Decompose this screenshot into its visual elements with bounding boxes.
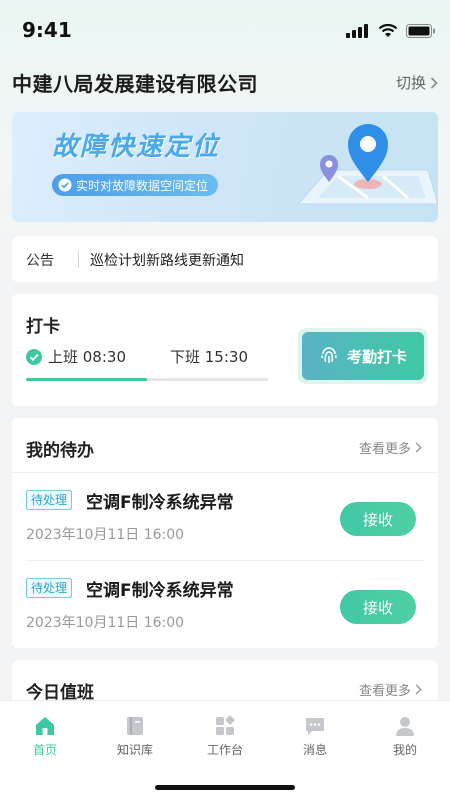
todo-item-date: 2023年10月11日 16:00 (26, 615, 185, 631)
accept-button[interactable]: 接收 (340, 502, 416, 536)
company-name: 中建八局发展建设有限公司 (12, 72, 258, 96)
duty-see-more-link[interactable]: 查看更多 (359, 680, 422, 699)
chevron-right-icon (415, 442, 422, 453)
attendance-checkin-button[interactable]: 考勤打卡 (302, 332, 424, 380)
header: 中建八局发展建设有限公司 切换 (12, 66, 438, 100)
promo-banner[interactable]: 故障快速定位 实时对故障数据空间定位 (12, 112, 438, 222)
tab-home-label: 首页 (32, 743, 57, 757)
announcement-text[interactable]: 巡检计划新路线更新通知 (90, 250, 244, 270)
battery-icon (406, 24, 435, 38)
todo-see-more-label: 查看更多 (358, 442, 411, 457)
chevron-right-icon (430, 76, 438, 89)
todo-header-divider (12, 472, 438, 473)
check-circle-icon (58, 178, 72, 192)
todo-title: 我的待办 (26, 441, 94, 461)
on-duty-label: 上班 08:30 (48, 348, 126, 366)
banner-subtitle: 实时对故障数据空间定位 (76, 178, 209, 193)
announcement-bar[interactable]: 公告 巡检计划新路线更新通知 (12, 236, 438, 282)
todo-item-title: 空调F制冷系统异常 (86, 493, 234, 513)
book-icon (127, 717, 143, 735)
tab-workbench-label: 工作台 (206, 743, 243, 757)
attendance-checkin-label: 考勤打卡 (346, 347, 407, 366)
status-bar: 9:41 (0, 0, 450, 56)
status-time: 9:41 (22, 18, 72, 42)
tab-messages[interactable]: 消息 (270, 715, 360, 758)
announcement-label: 公告 (26, 253, 54, 269)
checkin-progress-track (26, 378, 268, 381)
todo-item-title: 空调F制冷系统异常 (86, 581, 234, 601)
off-duty-time: 下班 15:30 (170, 348, 248, 366)
wifi-icon (378, 24, 398, 37)
pending-status-tag: 待处理 (26, 490, 73, 510)
switch-company-button[interactable]: 切换 (396, 72, 438, 93)
accept-button[interactable]: 接收 (340, 590, 416, 624)
todo-list-item[interactable]: 待处理 空调F制冷系统异常 2023年10月11日 16:00 接收 (12, 474, 438, 560)
on-duty-time: 上班 08:30 (26, 346, 126, 367)
checkin-button-wrapper: 考勤打卡 (298, 328, 428, 384)
profile-icon (396, 717, 414, 736)
checkin-card: 打卡 上班 08:30 下班 15:30 考勤打卡 (12, 294, 438, 406)
tab-messages-label: 消息 (302, 743, 327, 757)
workbench-icon (216, 715, 235, 735)
chevron-right-icon (415, 684, 422, 695)
tab-knowledge-base-label: 知识库 (116, 743, 153, 757)
message-icon (306, 718, 324, 735)
todo-list-item[interactable]: 待处理 空调F制冷系统异常 2023年10月11日 16:00 接收 (12, 562, 438, 648)
checkin-progress-fill (26, 378, 147, 381)
todo-see-more-link[interactable]: 查看更多 (359, 438, 422, 457)
home-icon (36, 717, 54, 735)
home-indicator (155, 785, 295, 790)
signal-icon (346, 24, 368, 38)
todo-card: 我的待办 查看更多 待处理 空调F制冷系统异常 2023年10月11日 16:0… (12, 418, 438, 648)
todo-item-divider (26, 560, 424, 561)
announcement-divider (78, 250, 79, 268)
tab-profile-label: 我的 (392, 743, 417, 757)
tab-knowledge-base[interactable]: 知识库 (90, 715, 180, 758)
tab-workbench[interactable]: 工作台 (180, 715, 270, 758)
tab-profile[interactable]: 我的 (360, 715, 450, 758)
banner-title: 故障快速定位 (52, 132, 221, 162)
todo-item-date: 2023年10月11日 16:00 (26, 527, 185, 543)
tab-home[interactable]: 首页 (0, 715, 90, 758)
pending-status-tag: 待处理 (26, 578, 73, 598)
checkin-title: 打卡 (26, 317, 60, 337)
banner-subtitle-pill: 实时对故障数据空间定位 (52, 174, 219, 196)
fingerprint-icon (321, 347, 337, 363)
switch-label: 切换 (395, 74, 426, 92)
duty-see-more-label: 查看更多 (358, 684, 411, 699)
check-circle-icon (26, 348, 42, 365)
map-location-illustration (296, 124, 438, 205)
bottom-tab-bar: 首页 知识库 工作台 消息 我的 (0, 700, 450, 800)
status-icons (346, 24, 436, 38)
